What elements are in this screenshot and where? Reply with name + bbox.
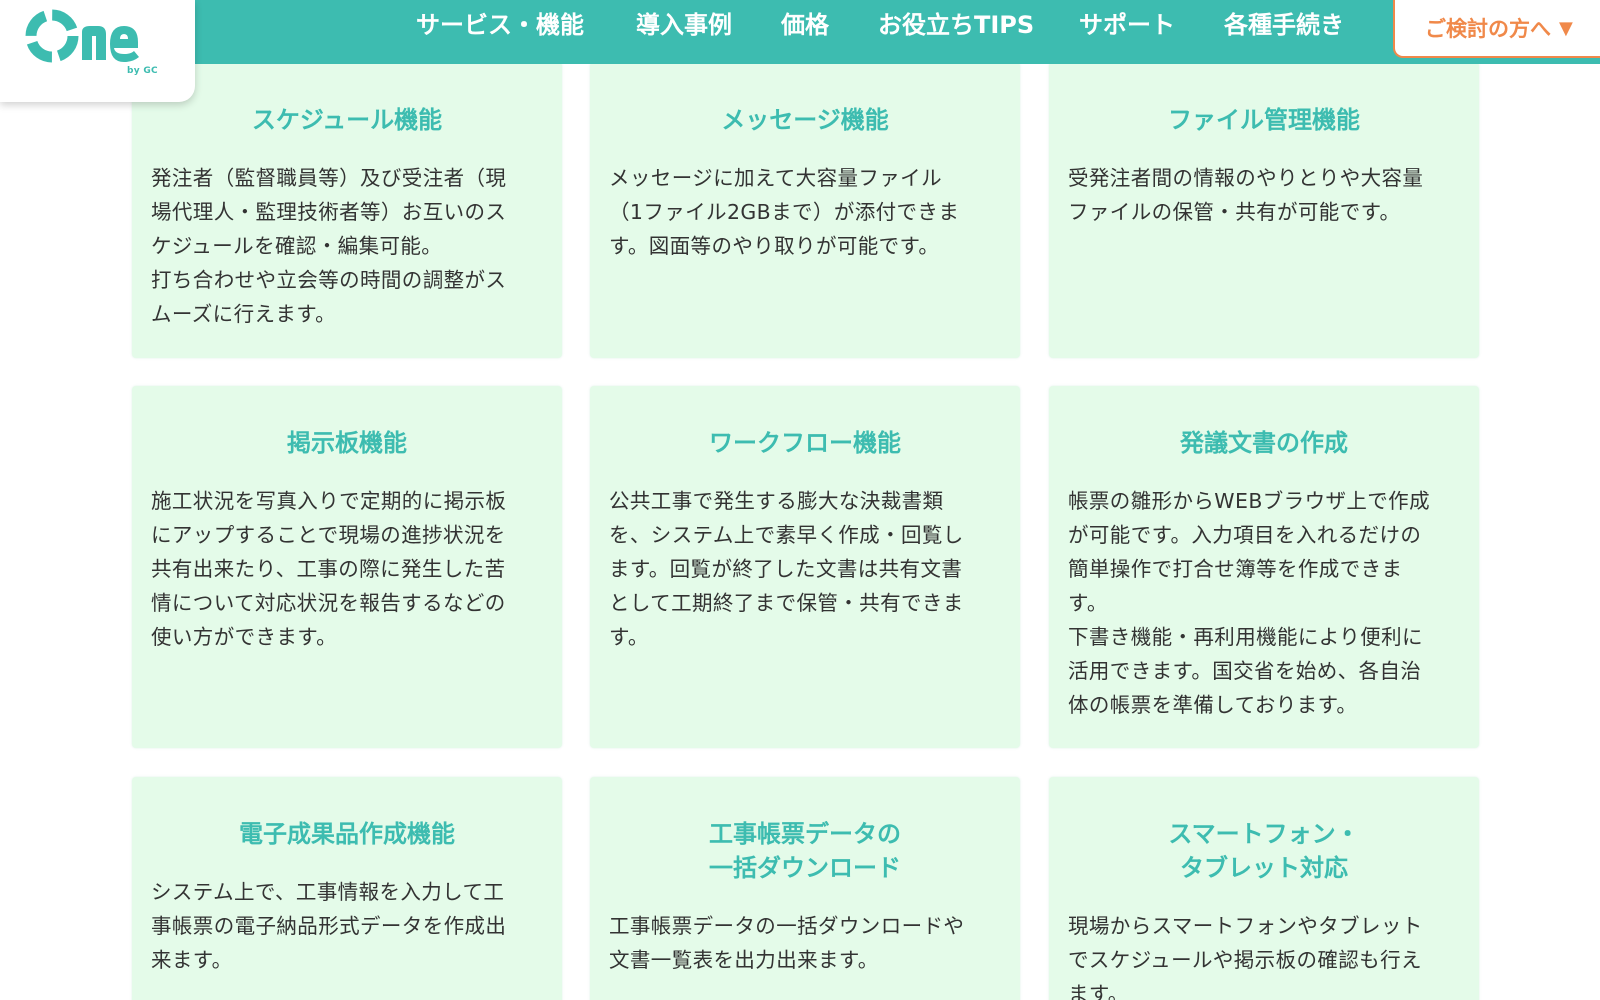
feature-title: 掲示板機能 xyxy=(287,429,407,457)
feature-card-mobile-support: スマートフォン・ タブレット対応 現場からスマートフォンやタブレット でスケジュ… xyxy=(1049,777,1479,1000)
feature-title: ワークフロー機能 xyxy=(709,429,901,457)
nav-item-pricing[interactable]: 価格 xyxy=(781,10,829,40)
feature-card-bulk-download: 工事帳票データの 一括ダウンロード 工事帳票データの一括ダウンロードや 文書一覧… xyxy=(590,777,1020,1000)
feature-card-file-management: ファイル管理機能 受発注者間の情報のやりとりや大容量 ファイルの保管・共有が可能… xyxy=(1049,62,1479,358)
feature-title: 電子成果品作成機能 xyxy=(239,820,455,848)
feature-title: スマートフォン・ タブレット対応 xyxy=(1168,820,1360,882)
feature-card-proposal-documents: 発議文書の作成 帳票の雛形からWEBブラウザ上で作成 が可能です。入力項目を入れ… xyxy=(1049,386,1479,748)
feature-description: 公共工事で発生する膨大な決裁書類 を、システム上で素早く作成・回覧し ます。回覧… xyxy=(609,489,964,649)
feature-description: 施工状況を写真入りで定期的に掲示板 にアップすることで現場の進捗状況を 共有出来… xyxy=(151,489,507,649)
feature-description: メッセージに加えて大容量ファイル （1ファイル2GBまで）が添付できま す。図面… xyxy=(609,166,960,258)
consideration-cta-button[interactable]: ご検討の方へ ▼ xyxy=(1393,0,1600,58)
feature-description: 帳票の雛形からWEBブラウザ上で作成 が可能です。入力項目を入れるだけの 簡単操… xyxy=(1068,489,1430,717)
feature-description: 現場からスマートフォンやタブレット でスケジュールや掲示板の確認も行え ます。 xyxy=(1068,914,1423,1000)
feature-card-schedule: スケジュール機能 発注者（監督職員等）及び受注者（現 場代理人・監理技術者等）お… xyxy=(132,62,562,358)
feature-title: スケジュール機能 xyxy=(251,106,443,134)
logo[interactable]: by GC xyxy=(0,0,195,102)
feature-description: 工事帳票データの一括ダウンロードや 文書一覧表を出力出来ます。 xyxy=(609,914,965,972)
one-logo-icon xyxy=(25,9,139,63)
feature-description: 発注者（監督職員等）及び受注者（現 場代理人・監理技術者等）お互いのス ケジュー… xyxy=(151,166,507,326)
feature-card-workflow: ワークフロー機能 公共工事で発生する膨大な決裁書類 を、システム上で素早く作成・… xyxy=(590,386,1020,748)
top-navigation-bar: サービス・機能 導入事例 価格 お役立ちTIPS サポート 各種手続き xyxy=(0,0,1600,64)
feature-title: 発議文書の作成 xyxy=(1180,429,1348,457)
feature-description: システム上で、工事情報を入力して工 事帳票の電子納品形式データを作成出 来ます。 xyxy=(151,880,507,972)
triangle-down-icon: ▼ xyxy=(1559,17,1573,39)
feature-title: メッセージ機能 xyxy=(721,106,889,134)
feature-card-bulletin-board: 掲示板機能 施工状況を写真入りで定期的に掲示板 にアップすることで現場の進捗状況… xyxy=(132,386,562,748)
nav-item-procedures[interactable]: 各種手続き xyxy=(1224,10,1344,40)
main-nav: サービス・機能 導入事例 価格 お役立ちTIPS サポート 各種手続き xyxy=(0,0,1380,50)
feature-description: 受発注者間の情報のやりとりや大容量 ファイルの保管・共有が可能です。 xyxy=(1068,166,1424,224)
feature-title: ファイル管理機能 xyxy=(1168,106,1360,134)
nav-item-case-studies[interactable]: 導入事例 xyxy=(636,10,732,40)
cta-label: ご検討の方へ xyxy=(1425,17,1551,41)
nav-item-services[interactable]: サービス・機能 xyxy=(416,10,584,40)
feature-title: 工事帳票データの 一括ダウンロード xyxy=(709,820,901,882)
nav-item-tips[interactable]: お役立ちTIPS xyxy=(878,10,1034,40)
nav-item-support[interactable]: サポート xyxy=(1079,10,1175,40)
logo-subtext: by GC xyxy=(127,66,158,76)
feature-card-message: メッセージ機能 メッセージに加えて大容量ファイル （1ファイル2GBまで）が添付… xyxy=(590,62,1020,358)
feature-card-electronic-deliverables: 電子成果品作成機能 システム上で、工事情報を入力して工 事帳票の電子納品形式デー… xyxy=(132,777,562,1000)
